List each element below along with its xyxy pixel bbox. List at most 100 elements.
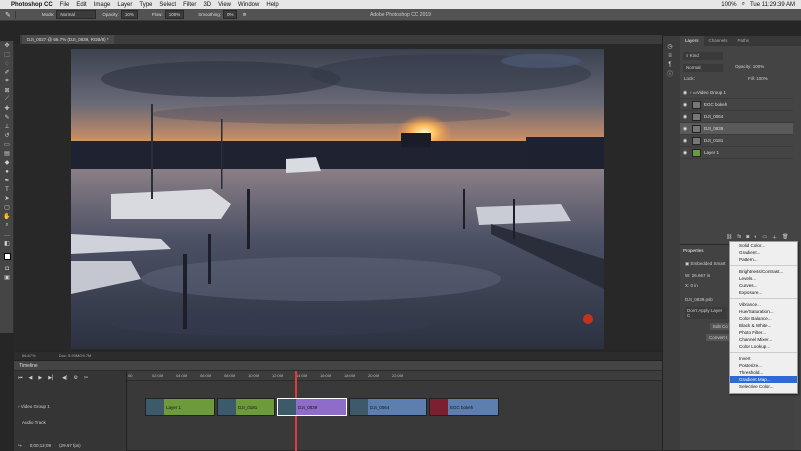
pen-tool-icon[interactable]: ✒ [0, 176, 14, 185]
blend-mode-dropdown[interactable]: Normal [683, 64, 723, 72]
marquee-tool-icon[interactable]: ⬚ [0, 50, 14, 59]
render-icon[interactable]: ↪ [18, 443, 22, 449]
eye-icon[interactable]: ◉ [680, 102, 690, 108]
split-icon[interactable]: ✂ [84, 375, 88, 381]
settings-gear-icon[interactable]: ⚙ [242, 12, 246, 18]
menu-item[interactable]: Solid Color... [730, 242, 797, 249]
blur-tool-icon[interactable]: ◆ [0, 158, 14, 167]
tab-channels[interactable]: Channels [704, 36, 733, 46]
menu-app-name[interactable]: Photoshop CC [11, 2, 53, 8]
x-row[interactable]: X: 0 in [685, 283, 698, 288]
timeline-clip[interactable]: DJI_0064 [349, 398, 427, 416]
video-group-track[interactable]: › Video Group 1 [18, 404, 50, 409]
timeline-clip[interactable]: Layer 1 [145, 398, 215, 416]
quick-select-tool-icon[interactable]: ✐ [0, 68, 14, 77]
menu-filter[interactable]: Filter [183, 2, 196, 8]
layer-row[interactable]: ◉ › ▭ Video Group 1 [680, 87, 793, 99]
menu-item[interactable]: Threshold... [730, 369, 797, 376]
eye-icon[interactable]: ◉ [680, 150, 690, 156]
paragraph-icon[interactable]: ¶ [663, 60, 677, 69]
battery-status[interactable]: 100% [721, 2, 736, 8]
menu-item[interactable]: Pattern... [730, 256, 797, 263]
document-tab[interactable]: DJI_0027 @ 66.7% (DJI_0839, RGB/8) * [22, 35, 114, 44]
lasso-tool-icon[interactable]: ◌ [0, 59, 14, 68]
edit-contents-button[interactable]: Edit Co [710, 323, 731, 330]
menubar-clock[interactable]: Tue 11:29:39 AM [750, 2, 795, 8]
x-value[interactable]: 0 in [691, 283, 698, 288]
menu-item[interactable]: Exposure... [730, 289, 797, 296]
eye-icon[interactable]: ◉ [680, 114, 690, 120]
layer-row-selected[interactable]: ◉ DJI_0839 [680, 123, 793, 135]
shape-tool-icon[interactable]: ▢ [0, 203, 14, 212]
layer-row[interactable]: ◉ Layer 1 [680, 147, 793, 159]
next-frame-icon[interactable]: ▶▏ [48, 375, 56, 381]
info-icon[interactable]: ⓘ [663, 69, 677, 78]
menu-item[interactable]: Color Lookup... [730, 343, 797, 350]
zoom-tool-icon[interactable]: ⌕ [0, 221, 14, 230]
tab-paths[interactable]: Paths [733, 36, 755, 46]
play-icon[interactable]: ▶ [38, 375, 42, 381]
link-icon[interactable]: ⛓ [726, 234, 732, 241]
opacity-field[interactable]: 10% [120, 10, 138, 19]
mode-dropdown[interactable]: Normal [56, 10, 97, 19]
layer-comp-dropdown[interactable]: Don't Apply Layer C [685, 307, 727, 319]
mask-icon[interactable]: ◙ [746, 234, 749, 241]
move-tool-icon[interactable]: ✥ [0, 41, 14, 50]
new-layer-icon[interactable]: ＋ [772, 234, 777, 241]
settings-gear-icon[interactable]: ⚙ [73, 375, 77, 381]
width-row[interactable]: W: 26.667 in [685, 273, 710, 278]
menu-item[interactable]: Invert [730, 355, 797, 362]
layer-opacity-value[interactable]: 100% [753, 64, 765, 69]
menu-type[interactable]: Type [139, 2, 152, 8]
menu-item[interactable]: Channel Mixer... [730, 336, 797, 343]
eye-icon[interactable]: ◉ [680, 126, 690, 132]
tab-layers[interactable]: Layers [680, 36, 704, 46]
timeline-clip[interactable]: DJI_0181 [217, 398, 275, 416]
menu-item[interactable]: Brightness/Contrast... [730, 268, 797, 275]
history-brush-tool-icon[interactable]: ↺ [0, 131, 14, 140]
crop-tool-icon[interactable]: ⌗ [0, 77, 14, 86]
fx-icon[interactable]: fx [737, 234, 741, 241]
menu-item[interactable]: Color Balance... [730, 315, 797, 322]
menu-item[interactable]: Gradient... [730, 249, 797, 256]
healing-tool-icon[interactable]: ✚ [0, 104, 14, 113]
chevron-right-icon[interactable]: › [18, 404, 20, 409]
menu-layer[interactable]: Layer [117, 2, 132, 8]
eye-icon[interactable]: ◉ [680, 138, 690, 144]
new-group-icon[interactable]: ▭ [762, 234, 767, 241]
dodge-tool-icon[interactable]: ● [0, 167, 14, 176]
menu-image[interactable]: Image [94, 2, 111, 8]
layer-row[interactable]: ◉ DJI_0064 [680, 111, 793, 123]
menu-item[interactable]: Selective Color... [730, 383, 797, 390]
timeline-clip[interactable]: DJI_0839 [277, 398, 347, 416]
menu-edit[interactable]: Edit [76, 2, 86, 8]
stamp-tool-icon[interactable]: ⊥ [0, 122, 14, 131]
convert-button[interactable]: Convert t [706, 334, 731, 341]
adjustment-layer-icon[interactable]: ◐ [754, 234, 757, 241]
width-value[interactable]: 26.667 in [692, 273, 711, 278]
layer-row[interactable]: ◉ DJI_0181 [680, 135, 793, 147]
eye-icon[interactable]: ◉ [680, 90, 690, 96]
menu-3d[interactable]: 3D [203, 2, 211, 8]
menu-window[interactable]: Window [238, 2, 259, 8]
menu-item[interactable]: Posterize... [730, 362, 797, 369]
timeline-clip[interactable]: EGC bokeh [429, 398, 499, 416]
menu-item[interactable]: Black & White... [730, 322, 797, 329]
menu-item[interactable]: Photo Filter... [730, 329, 797, 336]
timeline-tracks[interactable]: Layer 1 DJI_0181 DJI_0839 DJI_0064 EGC bokeh [127, 371, 662, 451]
spotlight-icon[interactable]: ⌕ [742, 1, 745, 8]
screen-mode-icon[interactable]: ▣ [0, 273, 14, 282]
layer-opacity[interactable]: Opacity: 100% [735, 64, 764, 69]
path-select-tool-icon[interactable]: ➤ [0, 194, 14, 203]
menu-item[interactable]: Gradient Map... [730, 376, 797, 383]
type-tool-icon[interactable]: T [0, 185, 14, 194]
quick-mask-icon[interactable]: ◘ [0, 264, 14, 273]
menu-view[interactable]: View [218, 2, 231, 8]
eyedropper-tool-icon[interactable]: ⟋ [0, 95, 14, 104]
layer-fill-value[interactable]: 100% [756, 76, 768, 81]
layer-row[interactable]: ◉ EGC bokeh [680, 99, 793, 111]
menu-file[interactable]: File [60, 2, 70, 8]
prev-frame-icon[interactable]: ◀ [29, 375, 33, 381]
audio-icon[interactable]: ◀) [62, 375, 68, 381]
zoom-level[interactable]: 66.67% [22, 353, 36, 358]
